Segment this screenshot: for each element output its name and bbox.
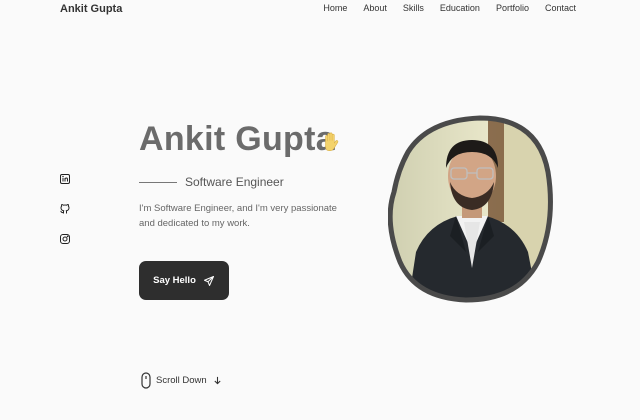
- linkedin-icon[interactable]: [58, 172, 72, 186]
- nav-home[interactable]: Home: [323, 3, 347, 13]
- arrow-down-icon: [214, 376, 221, 385]
- main-nav: Home About Skills Education Portfolio Co…: [307, 3, 576, 13]
- waving-hand-icon: [320, 131, 342, 153]
- nav-contact[interactable]: Contact: [545, 3, 576, 13]
- hero-subtitle: Software Engineer: [185, 175, 284, 189]
- nav-portfolio[interactable]: Portfolio: [496, 3, 529, 13]
- mouse-icon: [141, 372, 151, 389]
- nav-education[interactable]: Education: [440, 3, 480, 13]
- scroll-down-link[interactable]: Scroll Down: [141, 372, 222, 389]
- github-icon[interactable]: [58, 202, 72, 216]
- send-icon: [203, 275, 214, 286]
- profile-image: [387, 112, 554, 304]
- instagram-icon[interactable]: [58, 232, 72, 246]
- subtitle-divider: [139, 182, 177, 183]
- say-hello-button[interactable]: Say Hello: [139, 261, 229, 300]
- scroll-down-label: Scroll Down: [156, 375, 207, 386]
- say-hello-label: Say Hello: [153, 275, 196, 286]
- header: Ankit Gupta Home About Skills Education …: [0, 0, 640, 18]
- hero-title: Ankit Gupta: [139, 120, 335, 158]
- hero-description: I'm Software Engineer, and I'm very pass…: [139, 203, 337, 229]
- social-links: [58, 172, 72, 246]
- site-logo[interactable]: Ankit Gupta: [60, 3, 122, 15]
- nav-about[interactable]: About: [363, 3, 387, 13]
- nav-skills[interactable]: Skills: [403, 3, 424, 13]
